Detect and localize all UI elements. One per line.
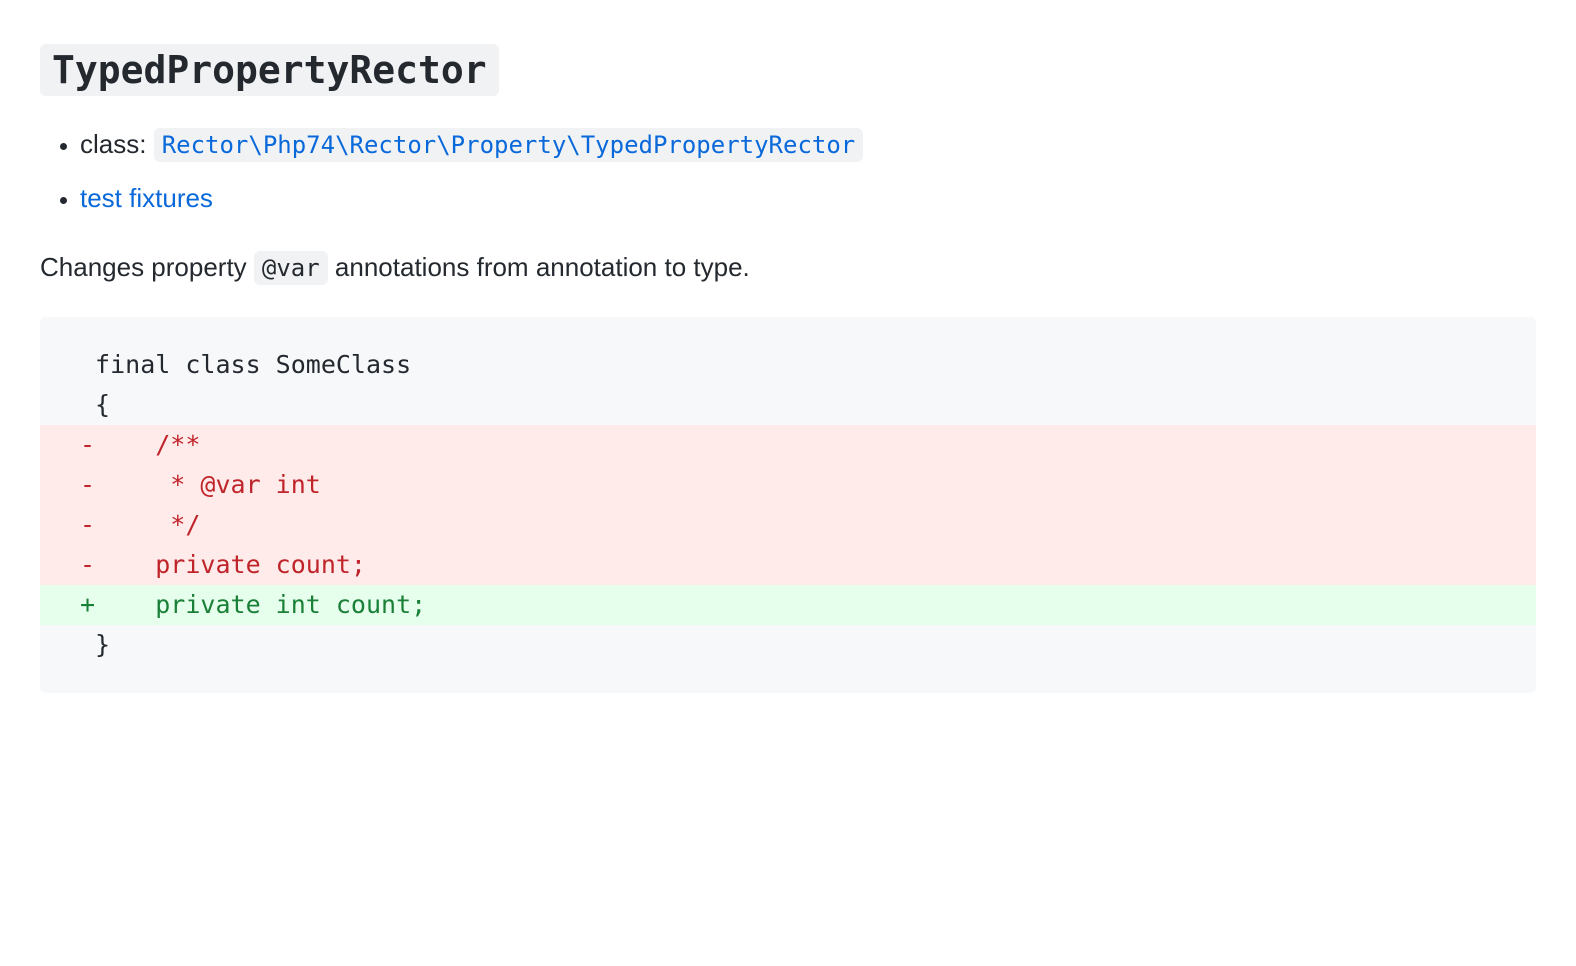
class-link[interactable]: Rector\Php74\Rector\Property\TypedProper… — [154, 129, 864, 159]
description-before: Changes property — [40, 252, 254, 282]
diff-line-del: - * @var int — [40, 465, 1536, 505]
class-label: class: — [80, 129, 154, 159]
section-heading: TypedPropertyRector — [40, 40, 499, 100]
class-path-code: Rector\Php74\Rector\Property\TypedProper… — [154, 128, 864, 162]
list-item-class: class: Rector\Php74\Rector\Property\Type… — [80, 124, 1536, 166]
description-paragraph: Changes property @var annotations from a… — [40, 247, 1536, 289]
list-item-fixtures: test fixtures — [80, 178, 1536, 220]
diff-code-block: final class SomeClass {- /**- * @var int… — [40, 317, 1536, 693]
diff-line-del: - */ — [40, 505, 1536, 545]
diff-line-ctx: } — [40, 625, 1536, 665]
diff-line-del: - private count; — [40, 545, 1536, 585]
heading-code: TypedPropertyRector — [40, 44, 499, 96]
description-after: annotations from annotation to type. — [328, 252, 750, 282]
diff-line-ctx: { — [40, 385, 1536, 425]
diff-line-add: + private int count; — [40, 585, 1536, 625]
test-fixtures-link[interactable]: test fixtures — [80, 183, 213, 213]
diff-line-ctx: final class SomeClass — [40, 345, 1536, 385]
diff-line-del: - /** — [40, 425, 1536, 465]
info-list: class: Rector\Php74\Rector\Property\Type… — [80, 124, 1536, 219]
description-code: @var — [254, 251, 328, 285]
